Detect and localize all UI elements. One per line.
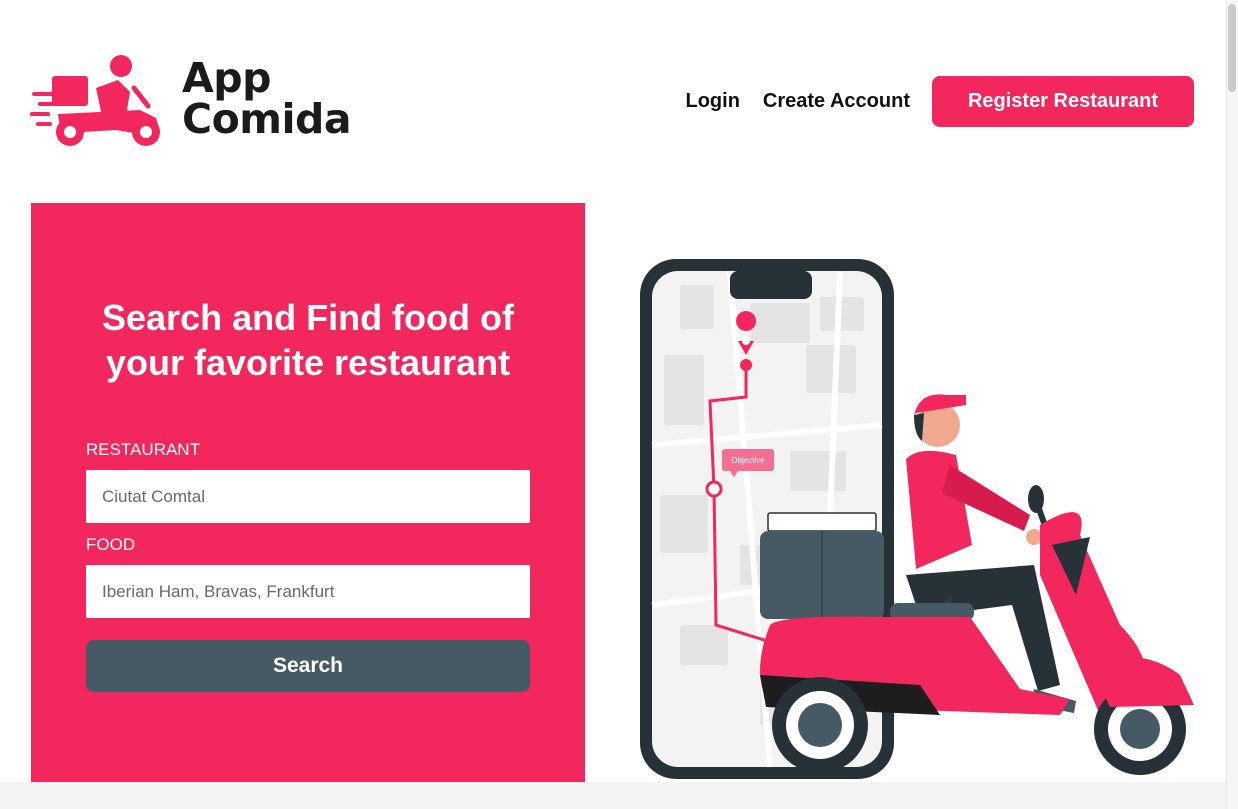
restaurant-label: RESTAURANT <box>86 440 200 459</box>
register-restaurant-button[interactable]: Register Restaurant <box>932 76 1194 127</box>
title-line-2: your favorite restaurant <box>105 342 511 383</box>
delivery-scooter-logo-icon <box>30 55 160 146</box>
brand-logo[interactable]: App Comida <box>30 52 370 152</box>
restaurant-input[interactable] <box>86 470 530 523</box>
brand-name-line1: App <box>182 54 271 102</box>
objective-tag-text: Objective <box>731 456 765 465</box>
food-label: FOOD <box>86 535 136 554</box>
create-account-link[interactable]: Create Account <box>763 90 910 113</box>
delivery-box <box>760 512 884 619</box>
delivery-rider-phone-map-illustration: Objective <box>640 259 1194 779</box>
scrollbar-thumb[interactable] <box>1228 4 1236 92</box>
search-panel: Search and Find food of your favorite re… <box>31 203 585 782</box>
search-panel-title: Search and Find food of your favorite re… <box>31 295 585 385</box>
food-input[interactable] <box>86 565 530 618</box>
login-link[interactable]: Login <box>685 90 739 113</box>
top-nav: Login Create Account Register Restaurant <box>685 76 1194 127</box>
title-line-1: Search and Find food of <box>102 297 514 338</box>
vertical-scrollbar[interactable] <box>1226 0 1238 809</box>
brand-name: App Comida <box>182 54 352 143</box>
search-button[interactable]: Search <box>86 640 530 692</box>
brand-name-line2: Comida <box>182 95 352 143</box>
